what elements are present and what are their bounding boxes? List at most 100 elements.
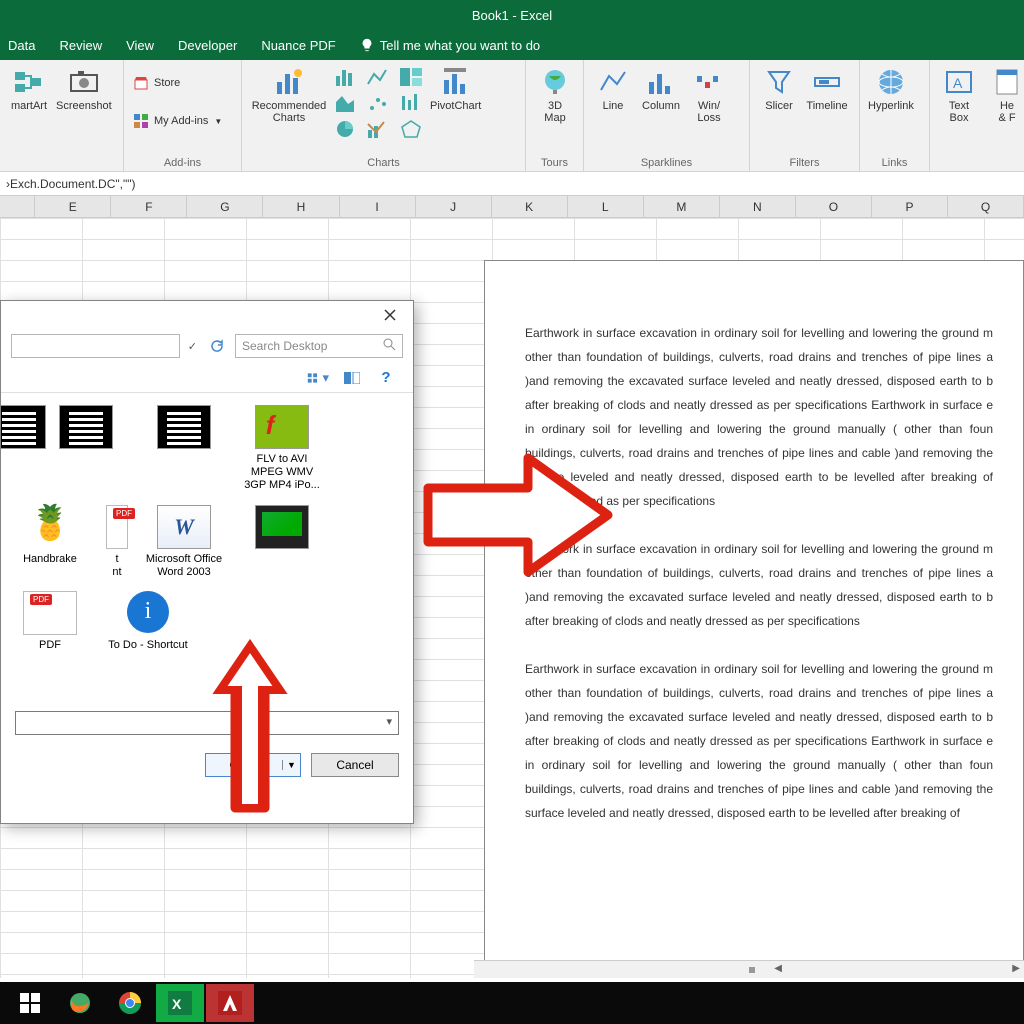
sparkline-line-button[interactable]: Line (592, 66, 634, 112)
flash-app-icon (255, 405, 309, 449)
col-N[interactable]: N (720, 196, 796, 217)
dialog-close-button[interactable] (375, 304, 405, 326)
list-item-pdf[interactable]: PDF (5, 587, 95, 656)
firefox-taskbar-icon[interactable] (56, 984, 104, 1022)
list-item[interactable] (237, 501, 327, 583)
col-E[interactable]: E (35, 196, 111, 217)
3d-map-button[interactable]: 3D Map (534, 66, 576, 124)
svg-text:X: X (172, 996, 182, 1012)
doc-paragraph: Earthwork in surface excavation in ordin… (525, 321, 993, 513)
doc-paragraph: Earthwork in surface excavation in ordin… (525, 537, 993, 633)
hyperlink-button[interactable]: Hyperlink (868, 66, 914, 112)
path-dropdown-icon[interactable]: ✓ (188, 340, 197, 353)
list-item[interactable]: t nt (103, 501, 131, 583)
col-P[interactable]: P (872, 196, 948, 217)
monitor-icon (255, 505, 309, 549)
list-item[interactable]: FLV to AVI MPEG WMV 3GP MP4 iPo... (237, 401, 327, 497)
tell-me-search[interactable]: Tell me what you want to do (360, 38, 540, 53)
timeline-button[interactable]: Timeline (806, 66, 848, 112)
store-button[interactable]: Store (132, 72, 233, 94)
window-title-bar: Book1 - Excel (0, 0, 1024, 30)
slicer-icon (763, 66, 795, 98)
col-I[interactable]: I (340, 196, 416, 217)
scroll-left-icon[interactable]: ◀ (774, 963, 782, 974)
scroll-right-icon[interactable]: ▶ (1012, 963, 1020, 974)
tab-review[interactable]: Review (59, 38, 102, 53)
header-footer-button[interactable]: He & F (986, 66, 1024, 124)
camera-icon (68, 66, 100, 98)
pivotchart-icon (440, 66, 472, 98)
tab-view[interactable]: View (126, 38, 154, 53)
treemap-icon[interactable] (398, 66, 424, 88)
open-dropdown-icon[interactable]: ▼ (282, 760, 300, 770)
file-open-dialog: ✓ Search Desktop ▾ ? FLV to AVI MPEG WMV… (0, 300, 414, 824)
scroll-thumb[interactable] (749, 967, 755, 973)
preview-pane-button[interactable] (341, 369, 363, 387)
col-O[interactable]: O (796, 196, 872, 217)
recommended-charts-icon (273, 66, 305, 98)
file-name-combo[interactable] (15, 711, 399, 735)
list-item[interactable]: Microsoft Office Word 2003 (139, 501, 229, 583)
search-box[interactable]: Search Desktop (235, 334, 403, 358)
start-button[interactable] (6, 984, 54, 1022)
screenshot-button[interactable]: Screenshot (56, 66, 112, 112)
group-label-links: Links (868, 155, 921, 169)
tab-data[interactable]: Data (8, 38, 35, 53)
list-item[interactable] (5, 401, 33, 497)
col-J[interactable]: J (416, 196, 492, 217)
tab-nuance-pdf[interactable]: Nuance PDF (261, 38, 335, 53)
list-item[interactable] (41, 401, 131, 497)
info-shortcut-icon (121, 591, 175, 635)
sparkline-column-icon (645, 66, 677, 98)
line-chart-icon[interactable] (366, 66, 392, 88)
excel-taskbar-icon[interactable]: X (156, 984, 204, 1022)
col-G[interactable]: G (187, 196, 263, 217)
scatter-chart-icon[interactable] (366, 92, 392, 114)
list-item[interactable]: To Do - Shortcut (103, 587, 193, 656)
col-F[interactable]: F (111, 196, 187, 217)
file-list: FLV to AVI MPEG WMV 3GP MP4 iPo... Handb… (1, 393, 413, 703)
sparkline-column-button[interactable]: Column (640, 66, 682, 112)
horizontal-scrollbar[interactable]: ▶ ◀ (474, 960, 1024, 978)
radar-chart-icon[interactable] (398, 118, 424, 140)
smartart-button[interactable]: martArt (8, 66, 50, 112)
list-item[interactable] (139, 401, 229, 497)
adobe-taskbar-icon[interactable] (206, 984, 254, 1022)
col-M[interactable]: M (644, 196, 720, 217)
recommended-charts-button[interactable]: Recommended Charts (250, 66, 328, 124)
address-bar[interactable] (11, 334, 180, 358)
pdf-file-icon (106, 505, 128, 549)
tab-developer[interactable]: Developer (178, 38, 237, 53)
text-box-icon: A (943, 66, 975, 98)
bar-chart-icon[interactable] (334, 66, 360, 88)
chrome-taskbar-icon[interactable] (106, 984, 154, 1022)
view-options-button[interactable]: ▾ (307, 369, 329, 387)
cancel-button[interactable]: Cancel (311, 753, 399, 777)
column-headers: E F G H I J K L M N O P Q (0, 196, 1024, 218)
timeline-icon (811, 66, 843, 98)
combo-chart-icon[interactable] (366, 118, 392, 140)
refresh-button[interactable] (205, 334, 229, 358)
open-button[interactable]: Open ▼ (205, 753, 301, 777)
group-label-addins: Add-ins (132, 155, 233, 169)
formula-bar[interactable]: ›Exch.Document.DC","") (0, 172, 1024, 196)
pie-chart-icon[interactable] (334, 118, 360, 140)
area-chart-icon[interactable] (334, 92, 360, 114)
col-Q[interactable]: Q (948, 196, 1024, 217)
handbrake-icon (23, 505, 77, 549)
pdf-file-icon (23, 591, 77, 635)
video-file-icon (157, 405, 211, 449)
list-item[interactable]: Handbrake (5, 501, 95, 583)
pivotchart-button[interactable]: PivotChart (430, 66, 481, 112)
col-K[interactable]: K (492, 196, 568, 217)
col-L[interactable]: L (568, 196, 644, 217)
stock-chart-icon[interactable] (398, 92, 424, 114)
col-H[interactable]: H (263, 196, 339, 217)
my-addins-button[interactable]: My Add-ins ▼ (132, 110, 233, 132)
help-button[interactable]: ? (375, 369, 397, 387)
sparkline-winloss-button[interactable]: Win/ Loss (688, 66, 730, 124)
smartart-icon (13, 66, 45, 98)
text-box-button[interactable]: AText Box (938, 66, 980, 124)
embedded-pdf-object[interactable]: Earthwork in surface excavation in ordin… (484, 260, 1024, 970)
slicer-button[interactable]: Slicer (758, 66, 800, 112)
